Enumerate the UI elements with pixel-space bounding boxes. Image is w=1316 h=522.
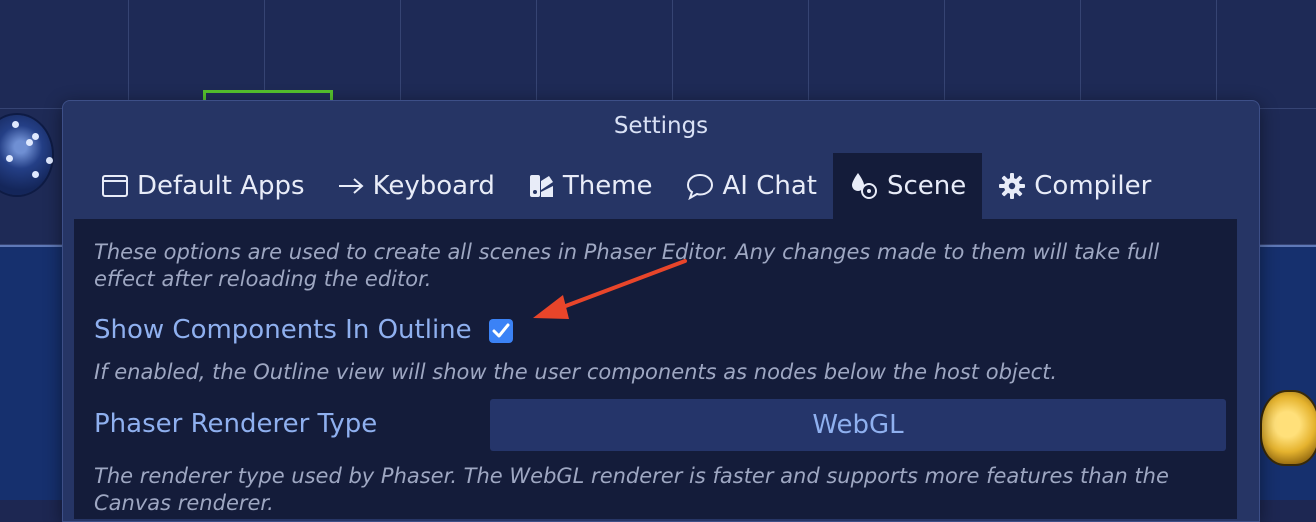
gear-icon [998, 172, 1026, 200]
tab-theme[interactable]: Theme [511, 153, 669, 219]
renderer-type-help: The renderer type used by Phaser. The We… [94, 464, 1169, 515]
scene-object-coin-sprite[interactable] [1262, 392, 1316, 464]
palette-icon [527, 172, 555, 200]
tab-label: Keyboard [372, 171, 495, 201]
tab-label: Compiler [1034, 171, 1152, 201]
show-components-help: If enabled, the Outline view will show t… [94, 360, 1058, 384]
annotation-arrow-icon [533, 259, 687, 319]
tab-ai-chat[interactable]: AI Chat [669, 153, 833, 219]
tab-keyboard[interactable]: Keyboard [321, 153, 511, 219]
scene-shapes-icon [849, 171, 879, 201]
tab-label: Theme [562, 171, 653, 201]
tab-default-apps[interactable]: Default Apps [85, 153, 321, 219]
tab-label: Default Apps [137, 171, 305, 201]
show-components-checkbox[interactable] [489, 319, 513, 343]
window-icon [101, 173, 129, 199]
settings-tabs: Default Apps Keyboard Theme AI Chat Scen… [85, 153, 1167, 219]
tab-scene[interactable]: Scene [833, 153, 983, 219]
chat-bubble-icon [685, 172, 715, 200]
arrow-right-icon [337, 176, 365, 196]
renderer-type-label: Phaser Renderer Type [94, 409, 378, 439]
tab-label: AI Chat [722, 171, 817, 201]
tab-label: Scene [887, 171, 967, 201]
tab-compiler[interactable]: Compiler [982, 153, 1167, 219]
renderer-type-select[interactable]: WebGL [490, 399, 1226, 451]
dialog-title: Settings [613, 113, 709, 139]
show-components-label[interactable]: Show Components In Outline [94, 315, 472, 345]
checkmark-icon [492, 323, 510, 338]
